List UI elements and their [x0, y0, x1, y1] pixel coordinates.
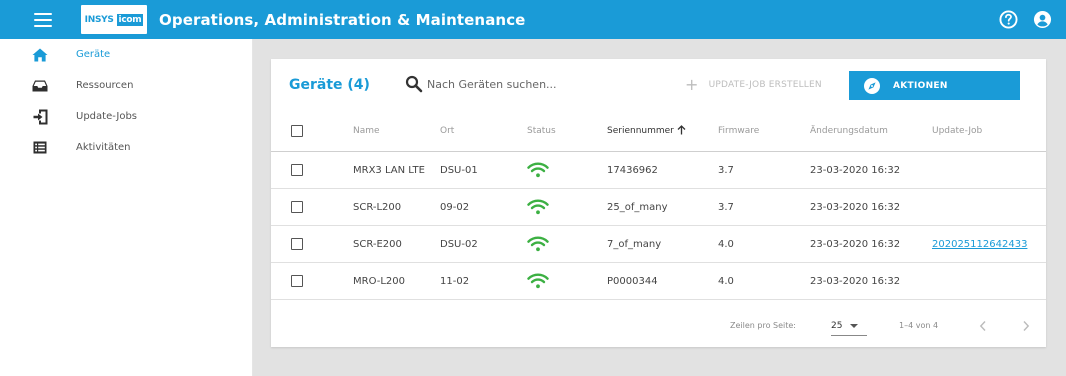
insys-icom-logo: INSYS icom [81, 5, 147, 34]
account-icon[interactable] [1032, 10, 1052, 30]
table-header-row: Name Ort Status Seriennummer Firmware Än… [271, 111, 1046, 152]
column-header-serial[interactable]: Seriennummer [607, 111, 686, 151]
device-name: MRX3 LAN LTE [353, 164, 425, 176]
device-ort: 09-02 [440, 201, 470, 213]
import-icon [32, 109, 48, 125]
search-box [405, 75, 597, 93]
row-check-cell [291, 189, 303, 225]
device-firmware: 4.0 [718, 238, 734, 250]
device-name: SCR-E200 [353, 238, 402, 250]
wifi-icon [527, 189, 549, 225]
device-name: SCR-L200 [353, 201, 402, 213]
devices-table: Name Ort Status Seriennummer Firmware Än… [271, 111, 1046, 300]
main-content: Geräte (4) + UPDATE-JOB ERSTELLEN AKTION… [253, 39, 1066, 376]
hamburger-menu-icon[interactable] [23, 0, 63, 39]
sidebar-item-aktivitaeten[interactable]: Aktivitäten [0, 132, 252, 163]
table-row[interactable]: MRO-L200 11-02 P0000344 4.0 23-03-2020 1… [271, 263, 1046, 300]
create-update-job-button[interactable]: + UPDATE-JOB ERSTELLEN [685, 71, 822, 99]
sidebar-item-label: Geräte [76, 49, 111, 60]
column-header-name[interactable]: Name [353, 111, 380, 151]
devices-card: Geräte (4) + UPDATE-JOB ERSTELLEN AKTION… [271, 59, 1046, 347]
pagination-range: 1–4 von 4 [899, 321, 939, 330]
device-ort: 11-02 [440, 275, 470, 287]
column-header-firmware[interactable]: Firmware [718, 111, 759, 151]
column-header-serial-label: Seriennummer [607, 126, 674, 136]
device-date: 23-03-2020 16:32 [810, 275, 901, 287]
update-job-link[interactable]: 202025112642433 [932, 239, 1027, 250]
chevron-left-icon [979, 321, 986, 331]
create-update-job-label: UPDATE-JOB ERSTELLEN [708, 80, 822, 90]
row-check-cell [291, 152, 303, 188]
help-icon[interactable] [998, 10, 1018, 30]
rows-per-page-label: Zeilen pro Seite: [730, 321, 796, 330]
table-row[interactable]: SCR-L200 09-02 25_of_many 3.7 23-03-2020… [271, 189, 1046, 226]
top-app-bar: INSYS icom Operations, Administration & … [0, 0, 1066, 39]
wifi-icon [527, 152, 549, 188]
wifi-icon [527, 226, 549, 262]
next-page-button[interactable] [1018, 316, 1034, 336]
logo-text-right: icom [116, 13, 144, 26]
table-row[interactable]: SCR-E200 DSU-02 7_of_many 4.0 23-03-2020… [271, 226, 1046, 263]
previous-page-button[interactable] [975, 316, 991, 336]
sidebar: Geräte Ressourcen Update-Jobs Aktivitäte… [0, 39, 253, 376]
sidebar-item-label: Update-Jobs [76, 111, 138, 122]
app-title: Operations, Administration & Maintenance [159, 10, 526, 29]
sidebar-item-geraete[interactable]: Geräte [0, 39, 252, 70]
row-checkbox[interactable] [291, 238, 303, 250]
row-checkbox[interactable] [291, 201, 303, 213]
table-row[interactable]: MRX3 LAN LTE DSU-01 17436962 3.7 23-03-2… [271, 152, 1046, 189]
search-input[interactable] [427, 77, 597, 91]
sort-ascending-icon [677, 124, 686, 138]
list-icon [32, 140, 48, 156]
select-all-cell [291, 111, 303, 151]
wifi-icon [527, 263, 549, 299]
device-name: MRO-L200 [353, 275, 405, 287]
search-icon [405, 75, 423, 93]
device-ort: DSU-02 [440, 238, 478, 250]
device-serial: 25_of_many [607, 201, 668, 213]
row-checkbox[interactable] [291, 164, 303, 176]
column-header-date[interactable]: Änderungsdatum [810, 111, 888, 151]
card-header: Geräte (4) + UPDATE-JOB ERSTELLEN AKTION… [271, 59, 1046, 111]
device-firmware: 3.7 [718, 164, 734, 176]
column-header-update-job[interactable]: Update-Job [932, 111, 982, 151]
table-pagination: Zeilen pro Seite: 25 1–4 von 4 [271, 304, 1046, 347]
device-serial: 17436962 [607, 164, 658, 176]
home-icon [32, 47, 48, 63]
column-header-status[interactable]: Status [527, 111, 556, 151]
row-check-cell [291, 263, 303, 299]
actions-label: AKTIONEN [893, 80, 948, 91]
select-all-checkbox[interactable] [291, 125, 303, 137]
sidebar-item-label: Ressourcen [76, 80, 134, 91]
sidebar-item-update-jobs[interactable]: Update-Jobs [0, 101, 252, 132]
row-check-cell [291, 226, 303, 262]
device-date: 23-03-2020 16:32 [810, 164, 901, 176]
compass-icon [863, 77, 881, 95]
device-update-job: 202025112642433 [932, 226, 1027, 262]
chevron-right-icon [1023, 321, 1030, 331]
sidebar-item-ressourcen[interactable]: Ressourcen [0, 70, 252, 101]
rows-per-page-select[interactable]: 25 [831, 316, 867, 336]
chevron-down-icon [850, 323, 859, 328]
row-checkbox[interactable] [291, 275, 303, 287]
inbox-icon [32, 78, 48, 94]
device-ort: DSU-01 [440, 164, 478, 176]
plus-icon: + [685, 75, 699, 94]
device-serial: 7_of_many [607, 238, 662, 250]
sidebar-item-label: Aktivitäten [76, 142, 131, 153]
device-serial: P0000344 [607, 275, 658, 287]
column-header-ort[interactable]: Ort [440, 111, 454, 151]
actions-button[interactable]: AKTIONEN [849, 71, 1020, 100]
rows-per-page-value: 25 [831, 320, 843, 331]
device-firmware: 4.0 [718, 275, 734, 287]
device-firmware: 3.7 [718, 201, 734, 213]
page-title: Geräte (4) [289, 77, 370, 93]
logo-text-left: INSYS [84, 14, 114, 25]
device-date: 23-03-2020 16:32 [810, 238, 901, 250]
top-icons [998, 0, 1052, 39]
device-date: 23-03-2020 16:32 [810, 201, 901, 213]
